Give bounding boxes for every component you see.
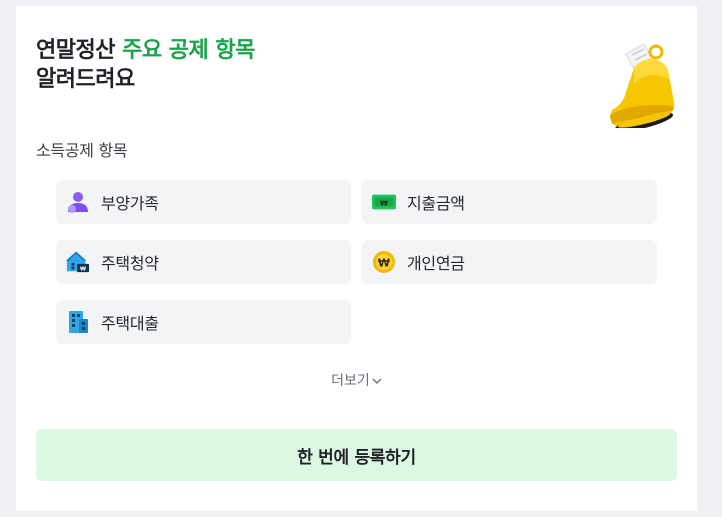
more-label: 더보기 [331, 373, 370, 389]
headline-prefix: 연말정산 [36, 38, 123, 63]
deduction-item-label: 부양가족 [101, 194, 159, 213]
bell-illustration [610, 43, 675, 128]
deduction-item-personal-pension[interactable]: ₩ 개인연금 [362, 240, 657, 284]
person-icon [66, 190, 90, 214]
building-icon [66, 310, 90, 334]
more-button[interactable]: 더보기 [16, 370, 697, 390]
section-title: 소득공제 항목 [36, 141, 128, 160]
headline: 연말정산 주요 공제 항목 알려드려요 [36, 36, 255, 94]
register-all-button[interactable]: 한 번에 등록하기 [36, 429, 677, 481]
deduction-item-dependents[interactable]: 부양가족 [56, 180, 351, 224]
deduction-item-label: 개인연금 [407, 254, 465, 273]
house-savings-icon: ₩ [66, 250, 90, 274]
deduction-item-label: 주택청약 [101, 254, 159, 273]
deduction-item-label: 주택대출 [101, 314, 159, 333]
deduction-item-expenses[interactable]: ₩ 지출금액 [362, 180, 657, 224]
headline-line2: 알려드려요 [36, 67, 135, 92]
deduction-card: 연말정산 주요 공제 항목 알려드려요 소득공제 항목 부양가족 ₩ 지출금액 … [16, 6, 697, 511]
svg-text:₩: ₩ [378, 257, 390, 270]
headline-accent: 주요 공제 항목 [122, 38, 255, 63]
deduction-item-housing-subscription[interactable]: ₩ 주택청약 [56, 240, 351, 284]
svg-text:₩: ₩ [380, 199, 389, 208]
money-bill-icon: ₩ [372, 190, 396, 214]
deduction-item-housing-loan[interactable]: 주택대출 [56, 300, 351, 344]
deduction-item-label: 지출금액 [407, 194, 465, 213]
svg-text:₩: ₩ [80, 266, 86, 272]
chevron-down-icon [372, 373, 382, 389]
won-coin-icon: ₩ [372, 250, 396, 274]
